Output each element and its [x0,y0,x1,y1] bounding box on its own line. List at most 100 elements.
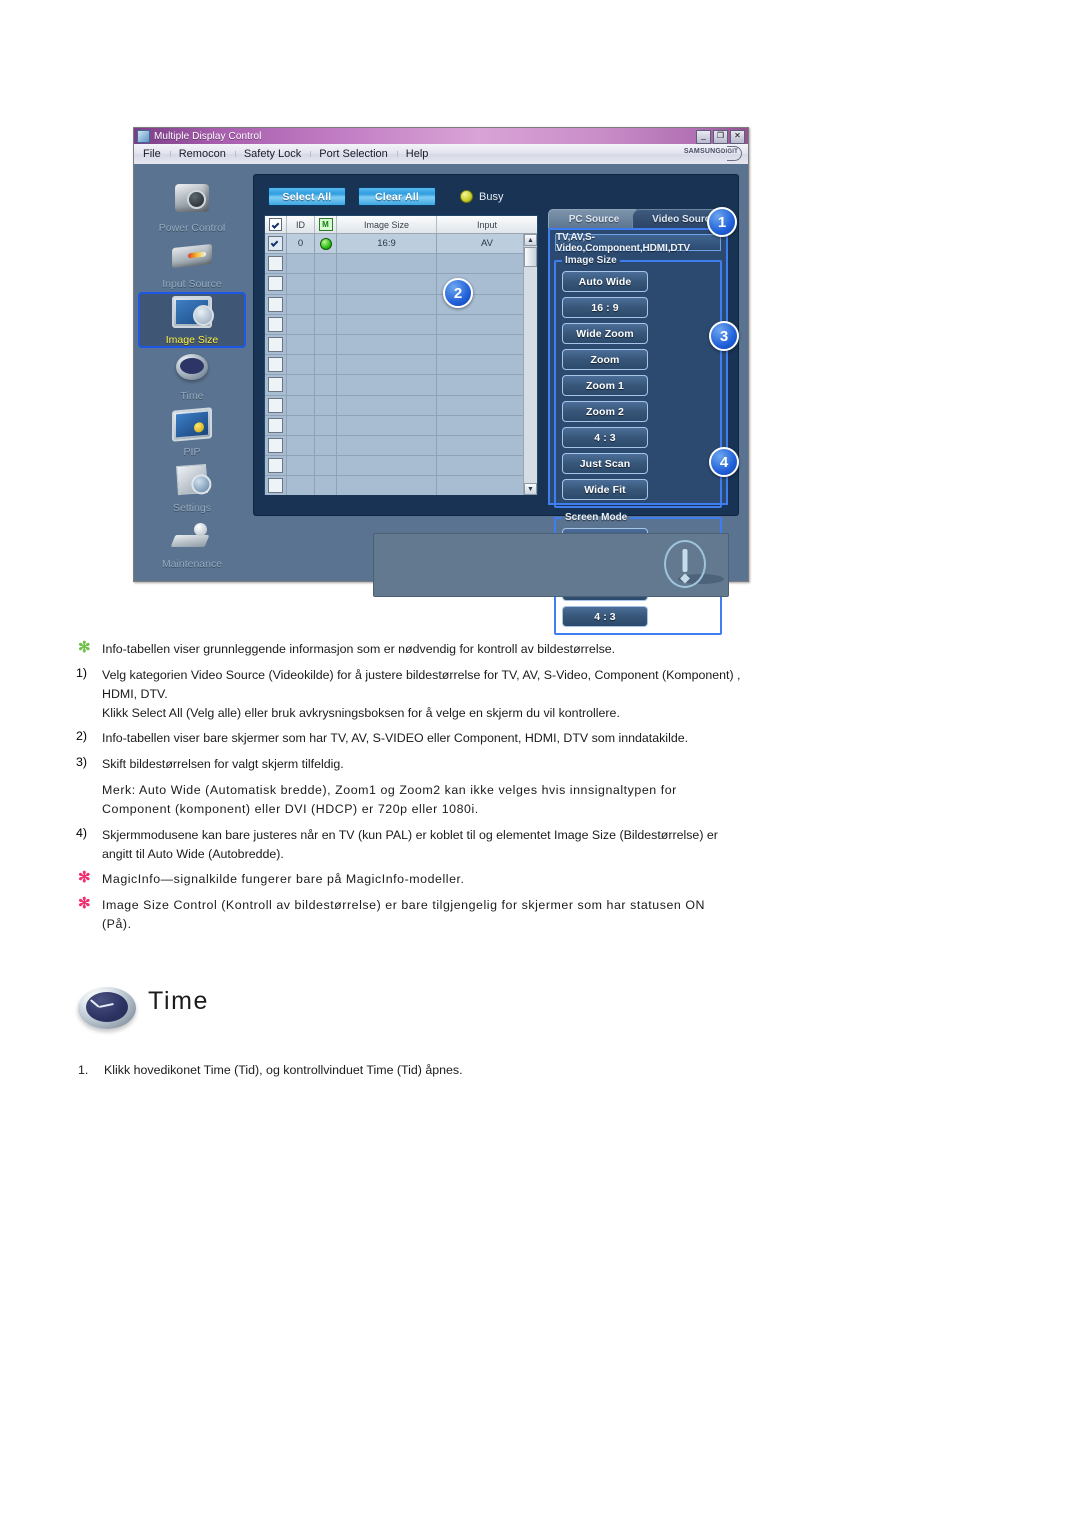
sidebar-item-input-source[interactable]: Input Source [140,238,244,290]
row-checkbox-cell[interactable] [265,234,287,254]
sidebar-item-image-size[interactable]: Image Size [138,292,246,348]
row-checkbox-icon[interactable] [268,437,283,453]
row-checkbox-cell[interactable] [265,274,287,294]
pip-icon [171,406,213,442]
row-checkbox-cell[interactable] [265,435,287,456]
table-scrollbar[interactable]: ▲ ▼ [523,234,537,495]
scroll-down-arrow-icon[interactable]: ▼ [524,483,537,495]
row-checkbox-icon[interactable] [268,276,283,292]
step-number: 3) [76,755,88,770]
table-row[interactable] [265,456,537,477]
just-scan-button[interactable]: Just Scan [562,453,648,474]
row-checkbox-cell[interactable] [265,456,287,476]
table-row[interactable] [265,294,537,315]
row-input [437,254,537,273]
table-row[interactable]: 0 16:9 AV [265,234,537,255]
row-checkbox-icon[interactable] [268,296,283,312]
menu-item-port-selection[interactable]: Port Selection [310,148,396,160]
row-input [437,355,537,374]
row-checkbox-icon[interactable] [268,256,283,272]
tab-pc-source[interactable]: PC Source [548,209,640,229]
bullet-text: (På). [102,917,132,932]
table-row[interactable] [265,375,537,396]
screen-mode-4-3-button[interactable]: 4 : 3 [562,606,648,627]
sidebar-item-pip[interactable]: PIP [140,406,244,458]
callout-1: 1 [707,207,737,237]
menu-item-file[interactable]: File [134,148,170,160]
zoom-button[interactable]: Zoom [562,349,648,370]
row-checkbox-cell[interactable] [265,254,287,274]
auto-wide-button[interactable]: Auto Wide [562,271,648,292]
select-all-button[interactable]: Select All [268,187,346,206]
row-input [437,456,537,475]
row-checkbox-cell[interactable] [265,314,287,334]
row-checkbox-icon[interactable] [268,316,283,332]
row-power-cell [315,415,337,435]
4-3-button[interactable]: 4 : 3 [562,427,648,448]
clear-all-button[interactable]: Clear All [358,187,436,206]
row-input [437,476,537,495]
row-checkbox-cell[interactable] [265,334,287,355]
table-row[interactable] [265,254,537,275]
table-header-input: Input [476,219,498,230]
row-checkbox-cell[interactable] [265,395,287,415]
row-id [287,435,315,456]
menu-item-remocon[interactable]: Remocon [169,148,235,160]
table-row[interactable] [265,395,537,416]
table-row[interactable] [265,314,537,335]
row-checkbox-icon[interactable] [268,377,283,393]
row-image-size [337,254,437,274]
select-all-checkbox-icon[interactable] [269,218,282,231]
row-id [287,415,315,435]
step-number: 1. [78,1063,89,1077]
row-checkbox-cell[interactable] [265,476,287,495]
row-checkbox-icon[interactable] [268,357,283,373]
note-line: Component (komponent) eller DVI (HDCP) e… [102,801,479,816]
step-line: angitt til Auto Wide (Autobredde). [102,846,284,861]
table-row[interactable] [265,334,537,356]
bullet-info-table: ✻ Info-tabellen viser grunnleggende info… [76,639,1080,659]
callout-4: 4 [709,447,739,477]
table-header-checkbox[interactable] [265,216,287,233]
row-checkbox-icon[interactable] [268,478,283,494]
row-checkbox-cell[interactable] [265,355,287,375]
power-on-led-icon [319,237,332,250]
sidebar-item-power-control[interactable]: Power Control [140,182,244,234]
row-checkbox-icon[interactable] [268,236,283,252]
scrollbar-thumb[interactable] [524,247,537,267]
sidebar-item-maintenance[interactable]: Maintenance [140,518,244,570]
row-checkbox-cell[interactable] [265,415,287,435]
minimize-button[interactable]: _ [696,130,711,144]
table-row[interactable] [265,415,537,436]
close-button[interactable]: ✕ [730,130,745,144]
callout-2: 2 [443,278,473,308]
zoom-1-button[interactable]: Zoom 1 [562,375,648,396]
zoom-2-button[interactable]: Zoom 2 [562,401,648,422]
menu-item-safety-lock[interactable]: Safety Lock [234,148,310,160]
table-row[interactable] [265,274,537,295]
16-9-button[interactable]: 16 : 9 [562,297,648,318]
sidebar-item-time[interactable]: Time [140,350,244,402]
image-size-group: Image Size Auto Wide 16 : 9 Wide Zoom Zo… [554,255,722,508]
row-checkbox-icon[interactable] [268,397,283,413]
row-id: 0 [287,234,315,254]
table-body: 0 16:9 AV ▲ ▼ [265,234,537,495]
table-row[interactable] [265,435,537,457]
row-checkbox-icon[interactable] [268,417,283,433]
sidebar-item-settings[interactable]: Settings [140,462,244,514]
row-checkbox-icon[interactable] [268,337,283,353]
maximize-button[interactable]: ❐ [713,130,728,144]
table-row[interactable] [265,355,537,376]
wide-fit-button[interactable]: Wide Fit [562,479,648,500]
row-checkbox-cell[interactable] [265,375,287,395]
source-tabs: PC Source Video Source [548,209,728,229]
table-row[interactable] [265,476,537,495]
scroll-up-arrow-icon[interactable]: ▲ [524,234,537,246]
wide-zoom-button[interactable]: Wide Zoom [562,323,648,344]
row-checkbox-cell[interactable] [265,294,287,314]
image-size-icon [171,294,214,328]
menu-item-help[interactable]: Help [396,148,438,160]
main-content-panel: Select All Clear All Busy ID M Image Siz… [253,174,739,635]
busy-label: Busy [479,190,504,203]
row-checkbox-icon[interactable] [268,458,283,474]
